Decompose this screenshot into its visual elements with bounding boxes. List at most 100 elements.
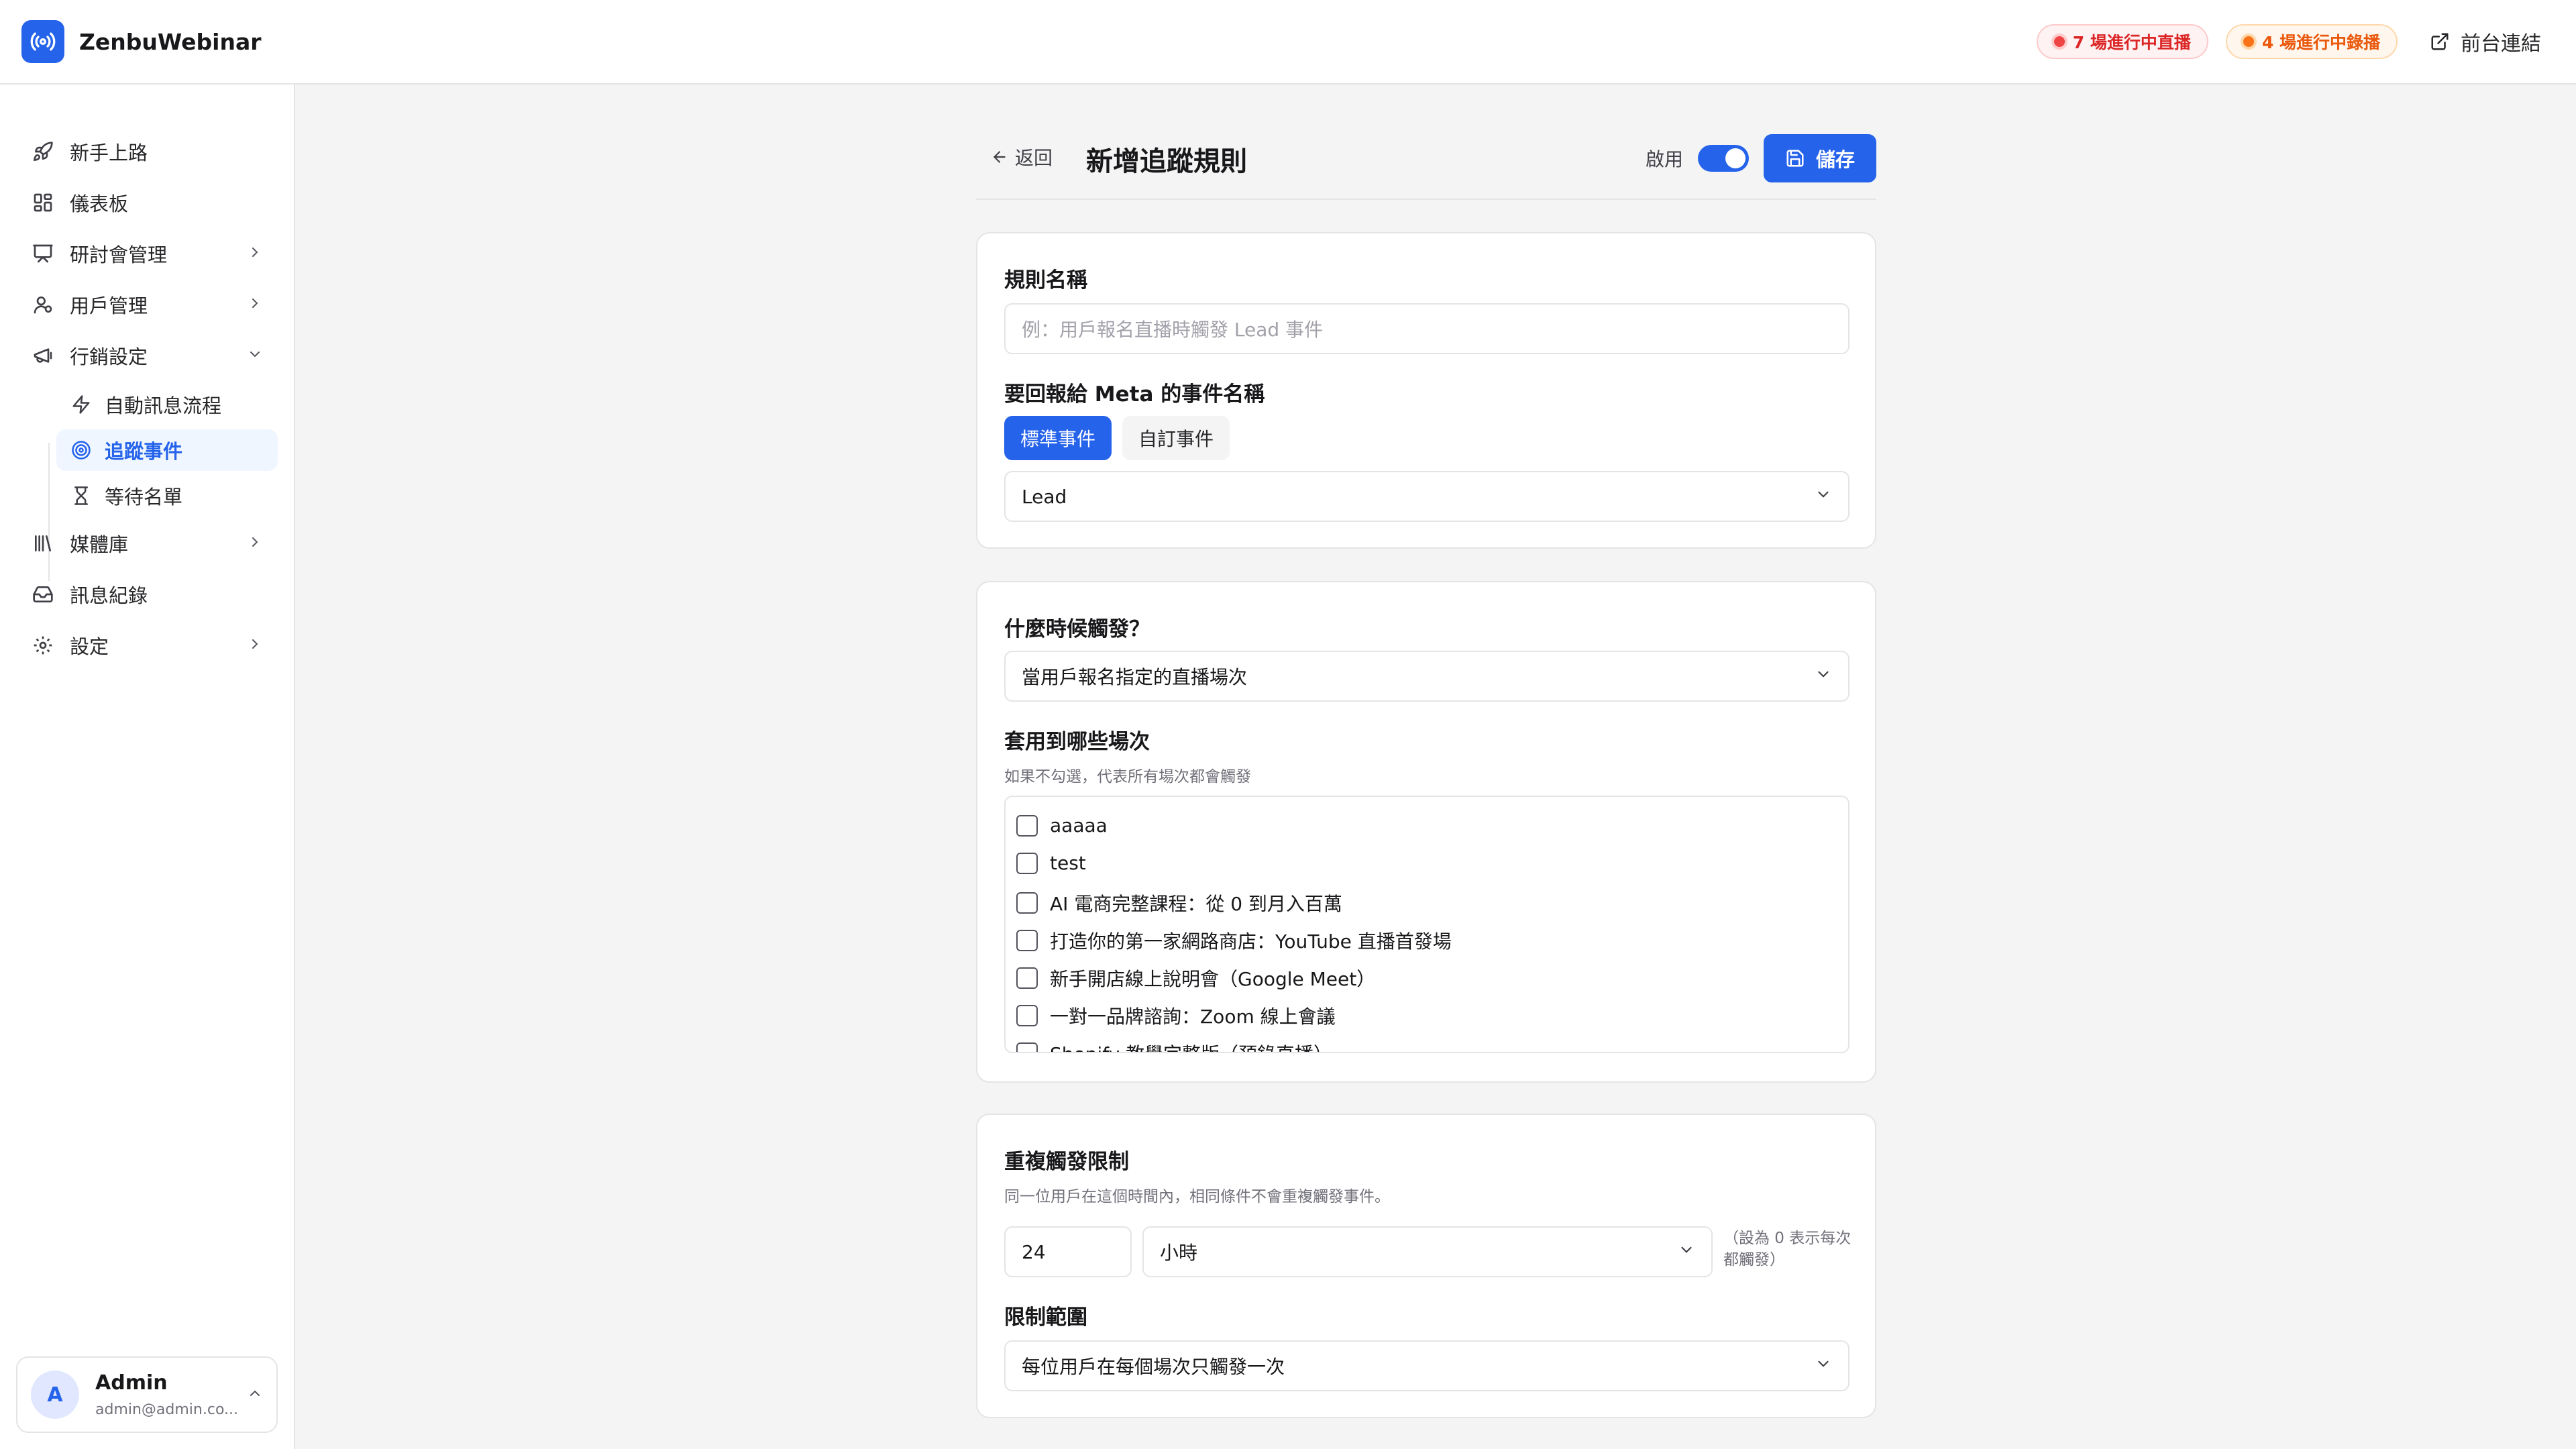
sidebar-item-waitlist[interactable]: 等待名單 — [56, 475, 278, 517]
event-select[interactable]: Lead — [1004, 471, 1849, 522]
zap-icon — [70, 393, 93, 416]
recording-status-badge[interactable]: 4 場進行中錄播 — [2225, 24, 2398, 59]
dashboard-icon — [31, 191, 55, 215]
back-label: 返回 — [1015, 147, 1053, 169]
event-type-tabs: 標準事件 自訂事件 — [1004, 416, 1230, 460]
session-checkbox-row[interactable]: Shopify 教學完整版（預錄直播） — [1016, 1040, 1332, 1052]
sidebar-item-media-library[interactable]: 媒體庫 — [16, 522, 278, 565]
sidebar: 新手上路 儀表板 研討會管理 用戶管理 行銷設定 自動訊息流程 追蹤事件 等待名… — [0, 85, 295, 1449]
save-button[interactable]: 儲存 — [1763, 134, 1876, 182]
session-label: 一對一品牌諮詢：Zoom 線上會議 — [1050, 1006, 1336, 1028]
chevron-right-icon — [247, 242, 263, 265]
chevron-right-icon — [247, 532, 263, 555]
tab-standard-event[interactable]: 標準事件 — [1004, 416, 1112, 460]
event-select-value: Lead — [1022, 485, 1067, 508]
page-toolbar: 返回 新增追蹤規則 啟用 儲存 — [976, 131, 1876, 200]
tab-custom-event[interactable]: 自訂事件 — [1122, 416, 1230, 460]
sidebar-item-users[interactable]: 用戶管理 — [16, 283, 278, 326]
chevron-down-icon — [1678, 1241, 1695, 1263]
trigger-select-value: 當用戶報名指定的直播場次 — [1022, 666, 1248, 688]
gear-icon — [31, 633, 55, 657]
session-label: 打造你的第一家網路商店：YouTube 直播首發場 — [1050, 930, 1452, 953]
megaphone-icon — [31, 343, 55, 368]
chevron-up-icon — [247, 1385, 263, 1404]
rule-name-label: 規則名稱 — [1004, 268, 1087, 292]
sidebar-item-auto-message-flow[interactable]: 自動訊息流程 — [56, 384, 278, 425]
rocket-icon — [31, 140, 55, 164]
checkbox[interactable] — [1016, 967, 1038, 989]
app-name: ZenbuWebinar — [79, 28, 262, 55]
page-title: 新增追蹤規則 — [1086, 146, 1248, 177]
live-badge-label: 7 場進行中直播 — [2072, 33, 2191, 52]
sidebar-item-settings[interactable]: 設定 — [16, 624, 278, 667]
sidebar-item-label: 等待名單 — [105, 486, 183, 508]
chevron-down-icon — [247, 344, 263, 367]
sidebar-item-label: 設定 — [70, 635, 109, 658]
session-checkbox-row[interactable]: 一對一品牌諮詢：Zoom 線上會議 — [1016, 1002, 1336, 1029]
sidebar-item-label: 訊息紀錄 — [70, 584, 148, 607]
sidebar-item-message-log[interactable]: 訊息紀錄 — [16, 573, 278, 616]
session-label: 新手開店線上說明會（Google Meet） — [1050, 968, 1376, 990]
trigger-select[interactable]: 當用戶報名指定的直播場次 — [1004, 651, 1849, 702]
trigger-card: 什麼時候觸發？ 當用戶報名指定的直播場次 套用到哪些場次 如果不勾選，代表所有場… — [976, 581, 1876, 1083]
session-checkbox-row[interactable]: 新手開店線上說明會（Google Meet） — [1016, 965, 1375, 991]
chevron-right-icon — [247, 634, 263, 657]
back-button[interactable]: 返回 — [991, 144, 1053, 170]
recording-dot-icon — [2243, 36, 2254, 47]
inbox-icon — [31, 582, 55, 606]
limit-scope-select[interactable]: 每位用戶在每個場次只觸發一次 — [1004, 1340, 1849, 1391]
users-icon — [31, 292, 55, 317]
repeat-limit-help: 同一位用戶在這個時間內，相同條件不會重複觸發事件。 — [1004, 1188, 1390, 1205]
broadcast-icon[interactable] — [21, 20, 64, 63]
limit-scope-label: 限制範圍 — [1004, 1305, 1087, 1330]
enable-toggle[interactable] — [1697, 145, 1749, 172]
sidebar-item-getting-started[interactable]: 新手上路 — [16, 130, 278, 173]
toggle-knob — [1725, 148, 1746, 168]
arrow-left-icon — [993, 151, 1006, 163]
front-link[interactable]: 前台連結 — [2430, 27, 2541, 56]
rule-name-input[interactable]: 例：用戶報名直播時觸發 Lead 事件 — [1004, 303, 1849, 354]
checkbox[interactable] — [1016, 1005, 1038, 1026]
session-checkbox-row[interactable]: test — [1016, 852, 1086, 874]
apply-sessions-label: 套用到哪些場次 — [1004, 730, 1150, 754]
session-checkbox-row[interactable]: 打造你的第一家網路商店：YouTube 直播首發場 — [1016, 927, 1452, 954]
session-label: test — [1050, 852, 1086, 874]
checkbox[interactable] — [1016, 892, 1038, 914]
rule-card: 規則名稱 例：用戶報名直播時觸發 Lead 事件 要回報給 Meta 的事件名稱… — [976, 232, 1876, 549]
sidebar-item-marketing[interactable]: 行銷設定 — [16, 334, 278, 377]
limit-card: 重複觸發限制 同一位用戶在這個時間內，相同條件不會重複觸發事件。 24 小時 （… — [976, 1114, 1876, 1418]
sidebar-item-tracking-events[interactable]: 追蹤事件 — [56, 429, 278, 471]
sidebar-item-webinars[interactable]: 研討會管理 — [16, 232, 278, 275]
checkbox[interactable] — [1016, 1042, 1038, 1052]
external-link-icon — [2431, 33, 2449, 50]
sidebar-item-dashboard[interactable]: 儀表板 — [16, 181, 278, 224]
session-checkbox-row[interactable]: AI 電商完整課程：從 0 到月入百萬 — [1016, 890, 1342, 916]
sidebar-item-label: 追蹤事件 — [105, 440, 183, 463]
chevron-right-icon — [247, 293, 263, 316]
limit-unit-select[interactable]: 小時 — [1142, 1226, 1713, 1277]
hourglass-icon — [70, 484, 93, 507]
front-link-label: 前台連結 — [2461, 32, 2541, 56]
limit-amount-value: 24 — [1022, 1240, 1046, 1263]
live-status-badge[interactable]: 7 場進行中直播 — [2036, 24, 2208, 59]
sidebar-item-label: 自動訊息流程 — [105, 394, 222, 417]
sidebar-item-label: 行銷設定 — [70, 345, 148, 368]
sidebar-item-label: 研討會管理 — [70, 244, 168, 266]
sidebar-item-label: 媒體庫 — [70, 533, 129, 556]
session-label: aaaaa — [1050, 814, 1108, 837]
checkbox[interactable] — [1016, 814, 1038, 837]
recording-badge-label: 4 場進行中錄播 — [2261, 33, 2380, 52]
session-checkbox-row[interactable]: aaaaa — [1016, 814, 1108, 837]
sidebar-item-label: 新手上路 — [70, 142, 148, 164]
checkbox[interactable] — [1016, 930, 1038, 951]
presentation-icon — [31, 241, 55, 266]
session-label: Shopify 教學完整版（預錄直播） — [1050, 1040, 1332, 1052]
session-checklist[interactable]: aaaaa test AI 電商完整課程：從 0 到月入百萬 打造你的第一家網路… — [1004, 796, 1849, 1053]
checkbox[interactable] — [1016, 852, 1038, 874]
user-menu[interactable]: A Admin admin@admin.co... — [16, 1356, 278, 1433]
event-name-label: 要回報給 Meta 的事件名稱 — [1004, 382, 1265, 407]
user-name: Admin — [95, 1371, 168, 1395]
apply-sessions-help: 如果不勾選，代表所有場次都會觸發 — [1004, 768, 1251, 786]
limit-amount-input[interactable]: 24 — [1004, 1226, 1132, 1277]
limit-note: （設為 0 表示每次都觸發） — [1723, 1230, 1851, 1269]
